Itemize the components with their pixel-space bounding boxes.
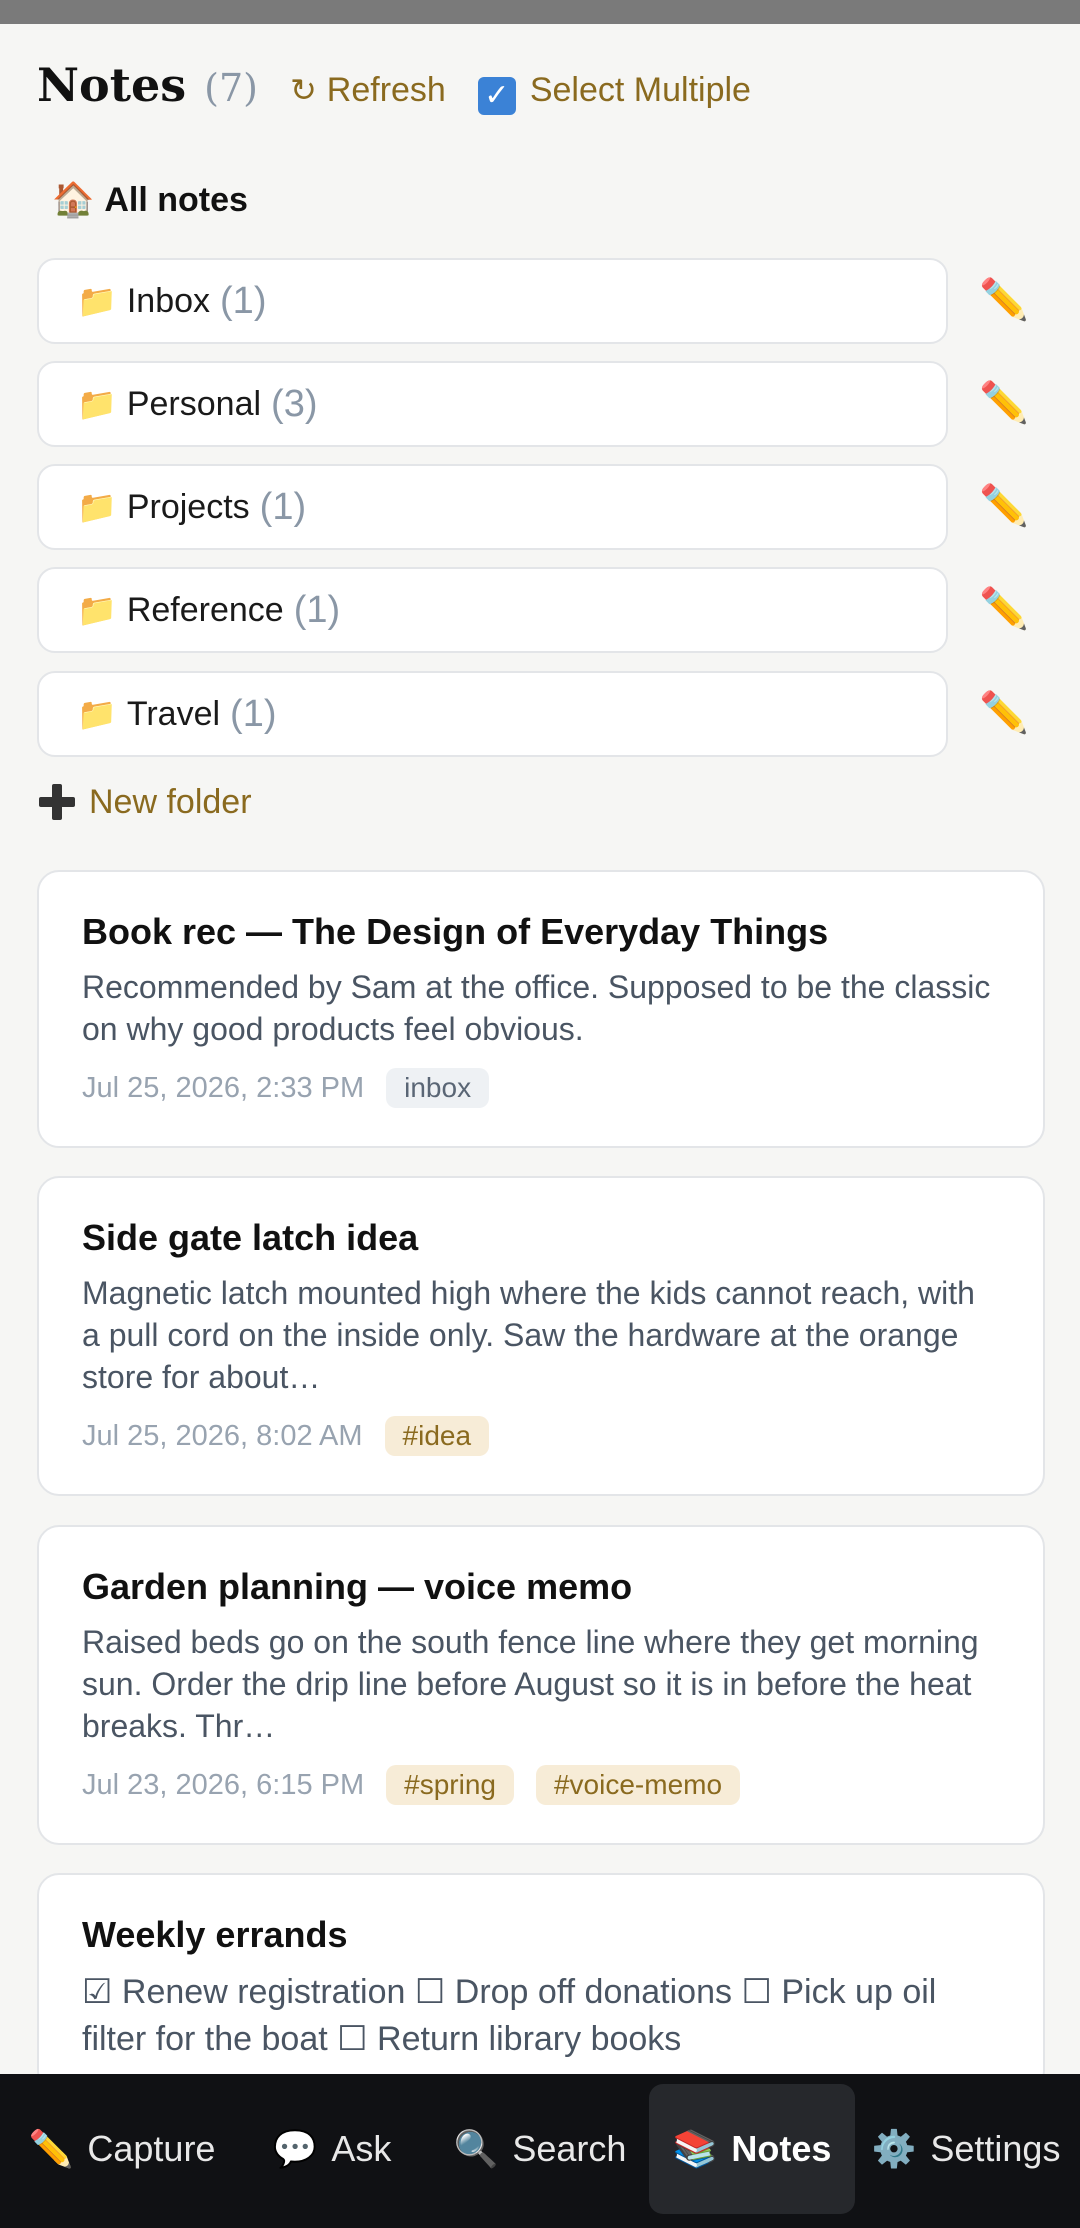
notes-header: Notes (7) ↻ Refresh ✓ Select Multiple [37,58,751,128]
note-meta: Jul 25, 2026, 2:33 PM inbox [82,1068,1000,1108]
folder-name: Reference [126,590,284,629]
edit-icon[interactable]: ✏️ [979,689,1029,736]
bottom-tab-bar: ✏️ Capture 💬 Ask 🔍 Search 📚 Notes ⚙️ Set… [0,2074,1080,2228]
tag-badge[interactable]: #idea [384,1416,490,1456]
note-date: Jul 25, 2026, 2:33 PM [82,1071,365,1104]
folder-item-personal[interactable]: 📁 Personal (3) [37,361,948,447]
tab-label: Settings [930,2128,1061,2169]
books-icon: 📚 [672,2128,718,2169]
note-title: Weekly errands [82,1914,348,1955]
folder-name: Inbox [126,281,211,320]
folder-icon: 📁 [77,386,117,422]
gear-icon: ⚙️ [871,2128,917,2169]
tab-label: Capture [87,2128,216,2169]
status-strip [0,0,1080,24]
folder-row: 📁 Personal (3) ✏️ [37,361,1037,447]
refresh-icon: ↻ [289,72,317,108]
note-card[interactable]: Book rec — The Design of Everyday Things… [37,870,1045,1148]
tag-badge[interactable]: #voice-memo [535,1765,741,1805]
refresh-label: Refresh [326,71,446,109]
new-folder-button[interactable]: New folder [37,782,252,822]
all-notes-link[interactable]: 🏠 All notes [52,180,248,220]
page-title: Notes [37,58,187,112]
edit-icon[interactable]: ✏️ [979,585,1029,632]
folder-name: Personal [126,384,262,423]
tag-badge[interactable]: #spring [386,1765,514,1805]
folder-item-reference[interactable]: 📁 Reference (1) [37,567,948,653]
folder-name: Projects [126,487,250,526]
folder-row: 📁 Projects (1) ✏️ [37,464,1037,550]
folder-icon: 📁 [77,283,117,319]
folder-row: 📁 Reference (1) ✏️ [37,567,1037,653]
select-multiple-button[interactable]: ✓ Select Multiple [477,71,751,115]
folder-count: (3) [271,382,318,425]
note-preview: Raised beds go on the south fence line w… [82,1624,979,1744]
pencil-icon: ✏️ [28,2128,74,2169]
folder-icon: 📁 [77,696,117,732]
tab-label: Ask [331,2128,392,2169]
folder-row: 📁 Inbox (1) ✏️ [37,258,1037,344]
note-card[interactable]: Garden planning — voice memo Raised beds… [37,1525,1045,1845]
folder-count: (1) [259,485,307,528]
tab-label: Search [512,2128,627,2169]
tab-search[interactable]: 🔍 Search [445,2084,635,2214]
tab-settings[interactable]: ⚙️ Settings [866,2084,1066,2214]
all-notes-label: All notes [104,180,248,219]
chat-bubble-icon: 💬 [272,2128,318,2169]
edit-icon[interactable]: ✏️ [979,482,1029,529]
checkbox-icon: ✓ [477,77,516,115]
folder-item-inbox[interactable]: 📁 Inbox (1) [37,258,948,344]
search-icon: 🔍 [453,2128,499,2169]
plus-icon [37,782,77,822]
folder-icon: 📁 [77,489,117,525]
tag-badge[interactable]: inbox [386,1068,490,1108]
note-card[interactable]: Side gate latch idea Magnetic latch moun… [37,1176,1045,1496]
folder-count: (1) [220,279,267,322]
folder-count: (1) [230,692,277,735]
home-icon: 🏠 [52,181,95,219]
note-title: Garden planning — voice memo [82,1566,633,1607]
folder-item-travel[interactable]: 📁 Travel (1) [37,671,948,757]
tab-notes[interactable]: 📚 Notes [649,2084,855,2214]
tab-label: Notes [731,2128,832,2169]
refresh-button[interactable]: ↻ Refresh [290,71,446,110]
folder-icon: 📁 [77,592,117,628]
edit-icon[interactable]: ✏️ [979,276,1029,323]
folder-name: Travel [126,694,221,733]
note-preview: ☑ Renew registration ☐ Drop off donation… [82,1973,937,2058]
notes-count: (7) [204,66,258,110]
note-title: Book rec — The Design of Everyday Things [82,911,829,952]
folder-count: (1) [293,588,341,631]
note-preview: Magnetic latch mounted high where the ki… [82,1275,975,1395]
note-meta: Jul 23, 2026, 6:15 PM #spring #voice-mem… [82,1765,1000,1805]
note-date: Jul 23, 2026, 6:15 PM [82,1768,365,1801]
folder-item-projects[interactable]: 📁 Projects (1) [37,464,948,550]
note-card[interactable]: Weekly errands ☑ Renew registration ☐ Dr… [37,1873,1045,2093]
note-meta: Jul 25, 2026, 8:02 AM #idea [82,1416,1000,1456]
note-preview: Recommended by Sam at the office. Suppos… [82,969,991,1047]
new-folder-label: New folder [89,782,252,821]
tab-capture[interactable]: ✏️ Capture [12,2084,232,2214]
select-multiple-label: Select Multiple [529,71,751,109]
note-title: Side gate latch idea [82,1217,419,1258]
note-date: Jul 25, 2026, 8:02 AM [82,1419,363,1452]
edit-icon[interactable]: ✏️ [979,379,1029,426]
tab-ask[interactable]: 💬 Ask [262,2084,402,2214]
folder-row: 📁 Travel (1) ✏️ [37,671,1037,757]
